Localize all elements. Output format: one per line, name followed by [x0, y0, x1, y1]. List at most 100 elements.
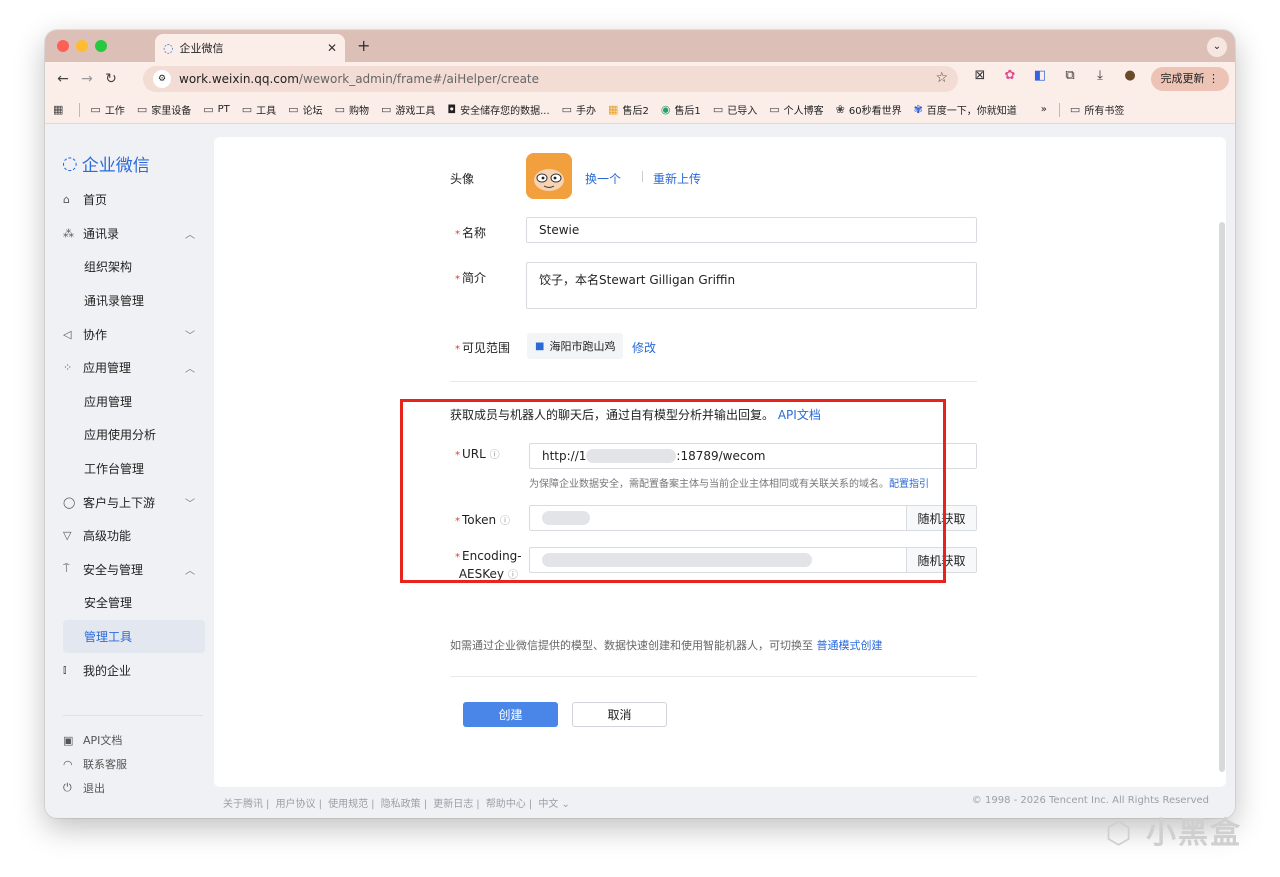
footer-links: 关于腾讯 | 用户协议 | 使用规范 | 隐私政策 | 更新日志 | 帮助中心 | 中文 ⌄ — [223, 799, 570, 810]
wecom-logo[interactable]: ◌ 企业微信 — [62, 151, 150, 176]
vault-icon: ◘ — [447, 103, 457, 116]
footer-link-help[interactable]: 帮助中心 — [486, 799, 526, 810]
reupload-avatar-link[interactable]: 重新上传 — [653, 170, 701, 187]
normal-mode-link[interactable]: 普通模式创建 — [817, 639, 883, 652]
sidebar-item-customers[interactable]: ◯ 客户与上下游 ﹀ — [45, 485, 215, 519]
folder-icon: ■ — [535, 340, 545, 352]
bookmark-item[interactable]: ▭ 已导入 — [713, 102, 757, 117]
folder-icon: ▭ — [1069, 103, 1081, 116]
sidebar-item-admin-tools[interactable]: 管理工具 — [63, 619, 205, 654]
toolbar-icons: ⊠ ✿ ◧ ⧉ ⤓ ● — [970, 66, 1140, 86]
footer-link-agreement[interactable]: 用户协议 — [276, 799, 316, 810]
blue-extension-icon[interactable]: ◧ — [1030, 66, 1050, 86]
url-path: /wework_admin/frame#/aiHelper/create — [298, 72, 540, 86]
sidebar-item-security[interactable]: ⍑ 安全与管理 ︿ — [45, 553, 215, 587]
reload-icon[interactable]: ↻ — [99, 71, 123, 87]
back-icon[interactable]: ← — [51, 71, 75, 87]
bookmark-item[interactable]: ❀ 60秒看世界 — [836, 102, 902, 117]
name-label: * 名称 — [455, 226, 487, 240]
forward-icon[interactable]: → — [75, 71, 99, 87]
sidebar-item-collaboration[interactable]: ◁ 协作 ﹀ — [45, 317, 215, 351]
more-bookmarks-button[interactable]: » — [1041, 104, 1047, 115]
create-button[interactable]: 创建 — [463, 702, 558, 727]
site-settings-icon[interactable]: ⚙ — [153, 70, 171, 88]
apps-grid-icon[interactable]: ▦ — [53, 103, 67, 116]
logout-link[interactable]: ⏻ 退出 — [63, 776, 203, 800]
section-divider — [450, 381, 977, 382]
bookmark-item[interactable]: ▭ 游戏工具 — [381, 102, 435, 117]
edit-scope-link[interactable]: 修改 — [632, 339, 656, 356]
news-icon: ❀ — [835, 103, 845, 116]
bookmark-item[interactable]: ▦ 售后2 — [608, 102, 649, 117]
api-docs-link[interactable]: ▣ API文档 — [63, 728, 203, 752]
bookmark-item[interactable]: ✾ 百度一下，你就知道 — [914, 102, 1017, 117]
bookmarks-divider — [1058, 102, 1060, 117]
pink-extension-icon[interactable]: ✿ — [1000, 66, 1020, 86]
scrollbar-thumb[interactable] — [1219, 222, 1225, 772]
sidebar-item-app-usage[interactable]: 应用使用分析 — [45, 418, 215, 452]
chevron-down-icon: ﹀ — [185, 330, 195, 342]
screenshot-extension-icon[interactable]: ⊠ — [970, 66, 990, 86]
sidebar-item-home[interactable]: ⌂ 首页 — [45, 183, 215, 217]
intro-label: * 简介 — [455, 271, 487, 285]
footer-link-rules[interactable]: 使用规范 — [328, 799, 368, 810]
link-divider — [642, 171, 643, 182]
bookmark-item[interactable]: ▭ PT — [203, 103, 230, 116]
sidebar-item-apps[interactable]: 应用管理 — [45, 385, 215, 419]
bookmark-item[interactable]: ▭ 家里设备 — [137, 102, 191, 117]
bookmark-item[interactable]: ▭ 购物 — [335, 102, 369, 117]
profile-avatar-icon[interactable]: ● — [1120, 66, 1140, 86]
zoom-window-button[interactable] — [95, 40, 107, 52]
bookmark-item[interactable]: ▭ 个人博客 — [769, 102, 823, 117]
sidebar: ◌ 企业微信 ⌂ 首页 ⁂ 通讯录 ︿ 组织架构 通讯录管理 ◁ 协作 ﹀ ⁘ 应用管理 ︿ … — [45, 125, 215, 818]
contact-support-link[interactable]: ◠ 联系客服 — [63, 752, 203, 776]
sidebar-item-contacts[interactable]: ⁂ 通讯录 ︿ — [45, 217, 215, 251]
browser-toolbar: ← → ↻ ⚙ work.weixin.qq.com/wework_admin/… — [45, 62, 1235, 96]
service-icon: ◉ — [660, 103, 671, 116]
cancel-button[interactable]: 取消 — [572, 702, 667, 727]
download-icon[interactable]: ⤓ — [1090, 66, 1110, 86]
footer-link-changelog[interactable]: 更新日志 — [433, 799, 473, 810]
footer-link-privacy[interactable]: 隐私政策 — [381, 799, 421, 810]
tab-search-icon[interactable]: ⌄ — [1207, 37, 1227, 57]
name-input[interactable]: Stewie — [526, 217, 977, 243]
bookmark-star-icon[interactable]: ☆ — [935, 70, 948, 86]
sidebar-item-contacts-management[interactable]: 通讯录管理 — [45, 284, 215, 318]
bookmark-item[interactable]: ▭ 工具 — [242, 102, 276, 117]
bookmark-item[interactable]: ◘ 安全储存您的数据... — [447, 102, 549, 117]
support-icon: ◠ — [63, 757, 73, 771]
bookmark-item[interactable]: ◉ 售后1 — [661, 102, 701, 117]
tab-strip: ◌ 企业微信 ✕ + ⌄ — [45, 30, 1235, 62]
minimize-window-button[interactable] — [76, 40, 88, 52]
folder-icon: ▭ — [712, 103, 724, 116]
sidebar-item-my-enterprise[interactable]: ⫾ 我的企业 — [45, 653, 215, 687]
update-label: 完成更新 — [1160, 72, 1205, 85]
sidebar-item-org-structure[interactable]: 组织架构 — [45, 250, 215, 284]
sidebar-item-workbench[interactable]: 工作台管理 — [45, 452, 215, 486]
avatar[interactable] — [526, 153, 572, 199]
extensions-puzzle-icon[interactable]: ⧉ — [1060, 66, 1080, 86]
sidebar-item-app-management[interactable]: ⁘ 应用管理 ︿ — [45, 351, 215, 385]
intro-textarea[interactable]: 饺子，本名Stewart Gilligan Griffin — [526, 262, 977, 309]
wecom-favicon-icon: ◌ — [163, 41, 174, 55]
footer-link-about[interactable]: 关于腾讯 — [223, 799, 263, 810]
tab-close-icon[interactable]: ✕ — [327, 41, 337, 55]
sidebar-nav: ⌂ 首页 ⁂ 通讯录 ︿ 组织架构 通讯录管理 ◁ 协作 ﹀ ⁘ 应用管理 ︿ 应用管理 应用… — [45, 183, 215, 687]
scope-label: * 可见范围 — [455, 341, 511, 355]
bookmark-item[interactable]: ▭ 手办 — [562, 102, 596, 117]
close-window-button[interactable] — [57, 40, 69, 52]
sidebar-item-security-management[interactable]: 安全管理 — [45, 586, 215, 620]
new-tab-icon[interactable]: + — [357, 36, 370, 55]
page-scrollbar[interactable] — [1218, 222, 1226, 782]
address-bar[interactable]: ⚙ work.weixin.qq.com/wework_admin/frame#… — [143, 66, 958, 92]
bookmark-item[interactable]: ▭ 工作 — [90, 102, 124, 117]
sidebar-item-advanced[interactable]: ▽ 高级功能 — [45, 519, 215, 553]
bookmark-item[interactable]: ▭ 论坛 — [288, 102, 322, 117]
change-avatar-link[interactable]: 换一个 — [585, 170, 621, 187]
language-select[interactable]: 中文 ⌄ — [538, 799, 570, 810]
all-bookmarks-button[interactable]: ▭ 所有书签 — [1070, 102, 1124, 117]
browser-tab[interactable]: ◌ 企业微信 ✕ — [155, 34, 345, 62]
update-button[interactable]: 完成更新 ⋮ — [1150, 67, 1229, 91]
switch-mode-text: 如需通过企业微信提供的模型、数据快速创建和使用智能机器人，可切换至 普通模式创建 — [450, 639, 883, 652]
section-divider — [450, 676, 977, 677]
